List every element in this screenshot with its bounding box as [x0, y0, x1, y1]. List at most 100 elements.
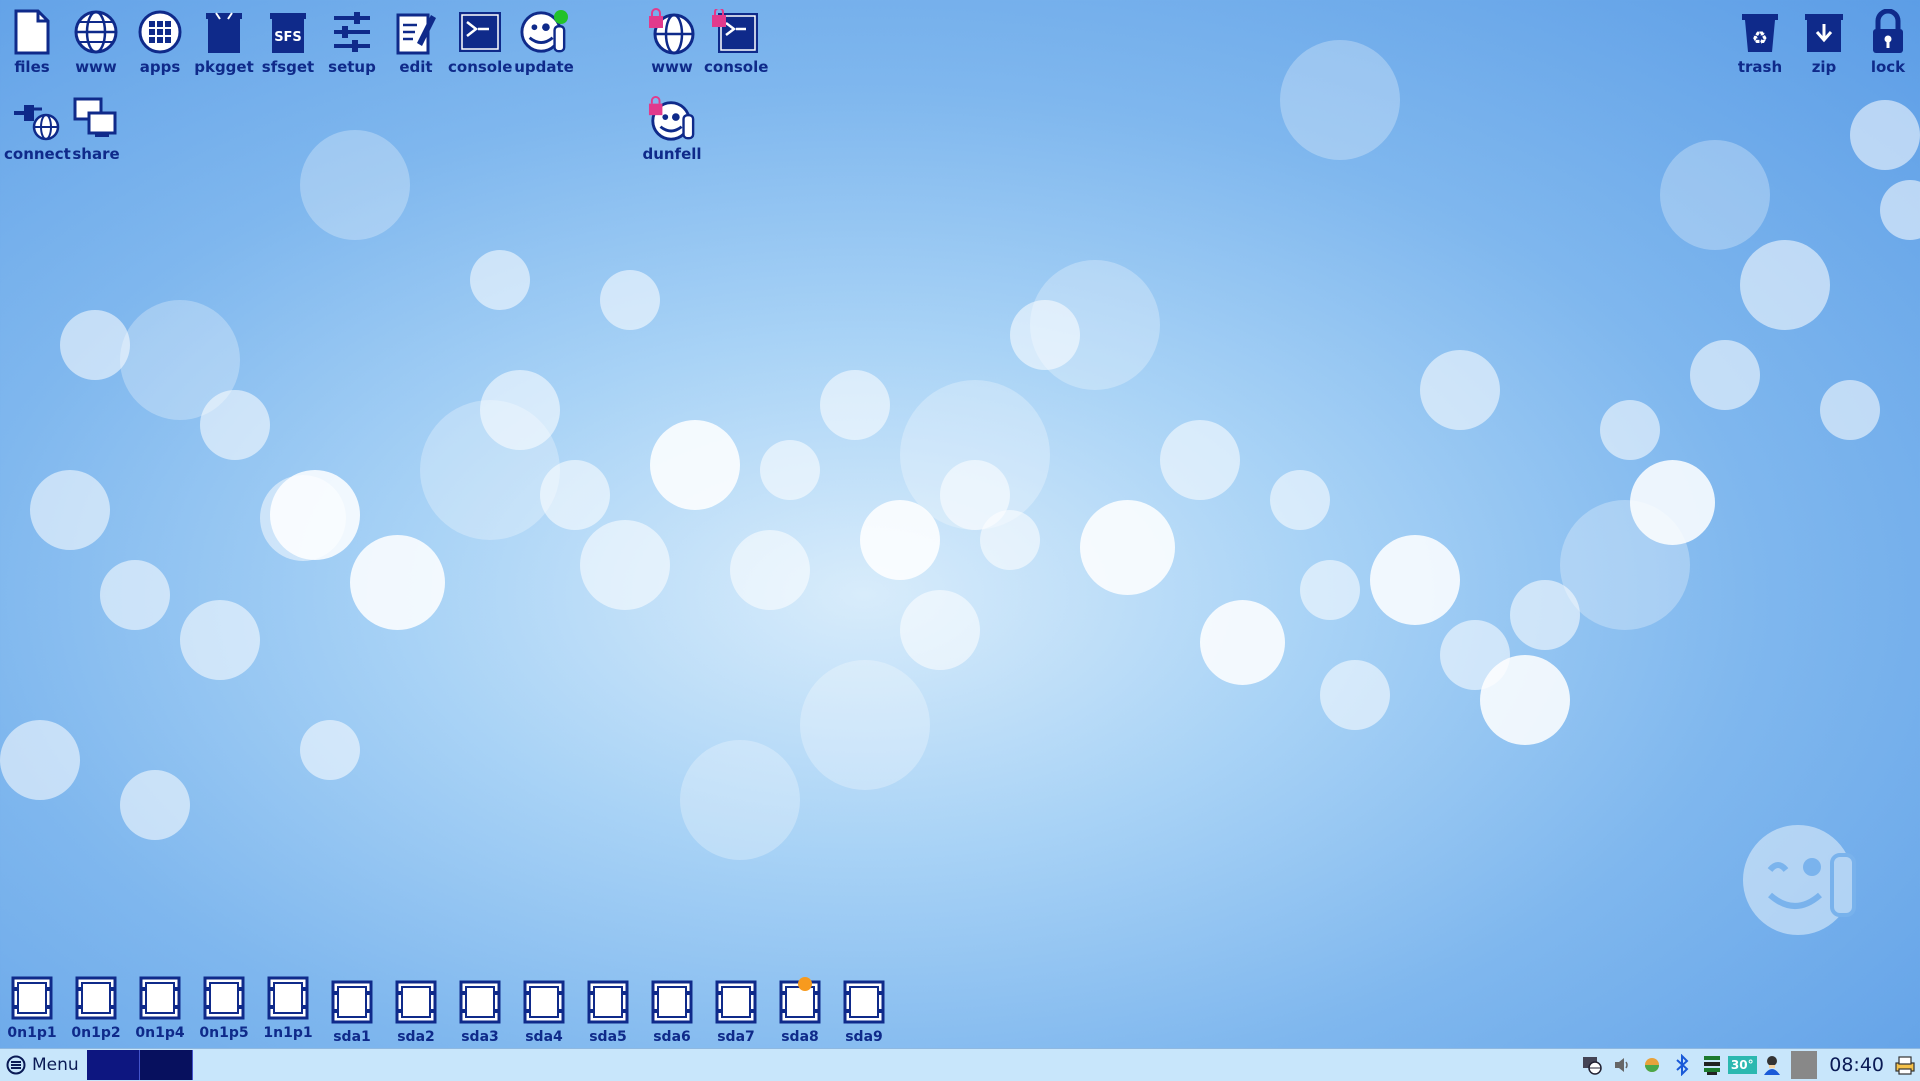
desktop-icon-www[interactable]: www: [64, 8, 128, 75]
desktop-icon-label: console: [704, 58, 769, 76]
drive-label: sda9: [845, 1029, 883, 1045]
desktop-icon-label: share: [72, 145, 120, 163]
desktop-icon-label: pkgget: [194, 58, 254, 76]
apps-grid-icon: [136, 8, 184, 56]
desktop-icon-update[interactable]: update: [512, 8, 576, 75]
drive-icon-0n1p2[interactable]: 0n1p2: [64, 975, 128, 1041]
desktop-icon-lock[interactable]: lock: [1856, 8, 1920, 75]
drive-partition-icon: [138, 975, 182, 1023]
desktop-icon-label: setup: [328, 58, 376, 76]
share-computers-icon: [72, 95, 120, 143]
drive-icon-1n1p1[interactable]: 1n1p1: [256, 975, 320, 1041]
desktop-icon-apps[interactable]: apps: [128, 8, 192, 75]
drive-partition-icon: [714, 979, 758, 1027]
desktop-icon-dunfell[interactable]: dunfell: [640, 95, 704, 162]
taskbar: Menu 30° 08:40: [0, 1048, 1920, 1081]
drive-label: sda5: [589, 1029, 627, 1045]
drive-partition-icon: [650, 979, 694, 1027]
edit-document-icon: [392, 8, 440, 56]
drive-partition-icon: [74, 975, 118, 1023]
drive-icon-0n1p4[interactable]: 0n1p4: [128, 975, 192, 1041]
drive-partition-icon: [586, 979, 630, 1027]
trash-icon: ♻: [1736, 8, 1784, 56]
drive-icon-sda4[interactable]: sda4: [512, 979, 576, 1045]
network-connect-icon: [12, 95, 60, 143]
drive-icon-sda1[interactable]: sda1: [320, 979, 384, 1045]
menu-button[interactable]: Menu: [0, 1050, 87, 1080]
drive-label: sda2: [397, 1029, 435, 1045]
drive-icon-sda5[interactable]: sda5: [576, 979, 640, 1045]
terminal-icon: [456, 8, 504, 56]
drive-label: sda4: [525, 1029, 563, 1045]
desktop-icon-pkgget[interactable]: pkgget: [192, 8, 256, 75]
clock[interactable]: 08:40: [1829, 1054, 1884, 1076]
temperature-indicator[interactable]: 30°: [1727, 1052, 1757, 1078]
drive-partition-icon: [458, 979, 502, 1027]
wallpaper-bokeh: [0, 0, 1920, 1080]
drive-icon-sda9[interactable]: sda9: [832, 979, 896, 1045]
drive-icon-sda2[interactable]: sda2: [384, 979, 448, 1045]
menu-icon: [6, 1055, 26, 1075]
drive-label: sda1: [333, 1029, 371, 1045]
color-ball-icon[interactable]: [1639, 1052, 1665, 1078]
desktop-icon-label: apps: [139, 58, 181, 76]
update-available-indicator: [554, 10, 568, 24]
drive-partition-icon: [394, 979, 438, 1027]
network-status-icon[interactable]: [1579, 1052, 1605, 1078]
user-icon[interactable]: [1759, 1052, 1785, 1078]
sliders-icon: [328, 8, 376, 56]
desktop-icon-zip[interactable]: zip: [1792, 8, 1856, 75]
desktop-icon-label: www: [651, 58, 693, 76]
update-smiley-icon: [520, 8, 568, 56]
drive-label: 0n1p4: [135, 1025, 185, 1041]
desktop-icon-label: update: [514, 58, 574, 76]
desktop-icon-trash[interactable]: ♻ trash: [1728, 8, 1792, 75]
drive-partition-icon: [266, 975, 310, 1023]
desktop-icon-locked-www[interactable]: www: [640, 8, 704, 75]
drive-label: sda6: [653, 1029, 691, 1045]
drive-icon-0n1p1[interactable]: 0n1p1: [0, 975, 64, 1041]
desktop-icon-locked-console[interactable]: console: [704, 8, 768, 75]
package-icon: [200, 8, 248, 56]
desktop-icon-sfsget[interactable]: SFS sfsget: [256, 8, 320, 75]
desktop-icon-connect[interactable]: connect: [4, 95, 71, 163]
drive-icon-sda7[interactable]: sda7: [704, 979, 768, 1045]
drive-label: sda8: [781, 1029, 819, 1045]
drive-partition-icon: [778, 977, 822, 1027]
system-tray: 30° 08:40: [1577, 1049, 1920, 1081]
desktop-icon-edit[interactable]: edit: [384, 8, 448, 75]
desktop-icon-label: sfsget: [261, 58, 315, 76]
battery-status-icon[interactable]: [1699, 1052, 1725, 1078]
watermark-smiley-icon: [1740, 815, 1870, 945]
globe-icon: [72, 8, 120, 56]
drive-icon-sda3[interactable]: sda3: [448, 979, 512, 1045]
desktop-icon-console[interactable]: console: [448, 8, 512, 75]
drive-icon-sda6[interactable]: sda6: [640, 979, 704, 1045]
workspace-2[interactable]: [139, 1050, 193, 1080]
desktop-icon-label: zip: [1811, 58, 1837, 76]
desktop-icon-label: edit: [399, 58, 433, 76]
file-icon: [8, 8, 56, 56]
drive-label: sda7: [717, 1029, 755, 1045]
workspace-1[interactable]: [86, 1050, 140, 1080]
drive-label: 0n1p5: [199, 1025, 249, 1041]
desktop-icon-setup[interactable]: setup: [320, 8, 384, 75]
bluetooth-icon[interactable]: [1669, 1052, 1695, 1078]
desktop-icon-share[interactable]: share: [64, 95, 128, 162]
zip-icon: [1800, 8, 1848, 56]
drive-partition-icon: [330, 979, 374, 1027]
drive-partition-icon: [10, 975, 54, 1023]
drive-partition-icon: [842, 979, 886, 1027]
desktop-icon-label: console: [448, 58, 513, 76]
locked-smiley-icon: [648, 95, 696, 143]
drive-label: sda3: [461, 1029, 499, 1045]
drive-label: 1n1p1: [263, 1025, 313, 1041]
locked-terminal-icon: [712, 8, 760, 56]
desktop-icon-label: connect: [4, 145, 71, 163]
desktop-icon-files[interactable]: files: [0, 8, 64, 75]
drive-icon-sda8[interactable]: sda8: [768, 977, 832, 1045]
drive-icon-0n1p5[interactable]: 0n1p5: [192, 975, 256, 1041]
volume-icon[interactable]: [1609, 1052, 1635, 1078]
printer-icon[interactable]: [1892, 1052, 1918, 1078]
gray-square-icon[interactable]: [1791, 1051, 1818, 1079]
